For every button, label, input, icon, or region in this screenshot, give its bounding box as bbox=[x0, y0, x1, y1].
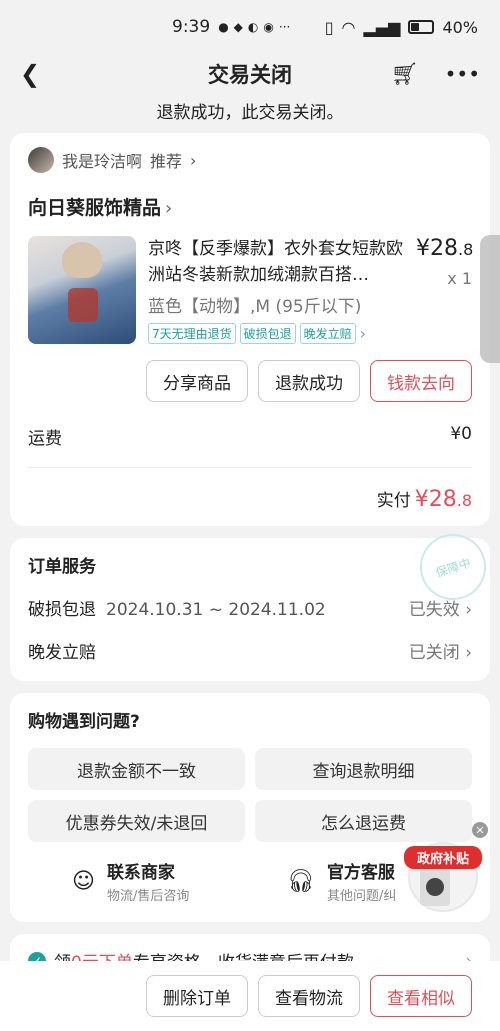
side-scroll-handle[interactable] bbox=[480, 235, 500, 363]
paid-amount: ¥28.8 bbox=[414, 487, 472, 512]
app-icon: ◆ bbox=[233, 20, 243, 34]
view-logistics-button[interactable]: 查看物流 bbox=[258, 975, 360, 1017]
battery-level: 40% bbox=[442, 17, 478, 37]
contact-sub: 物流/售后咨询 bbox=[106, 889, 190, 904]
product-thumbnail[interactable] bbox=[28, 236, 136, 344]
chat-icon: ☺ bbox=[72, 868, 95, 894]
app-icon: ◉ bbox=[263, 20, 274, 34]
subsidy-badge: 政府补贴 bbox=[404, 846, 482, 869]
vibrate-icon: ▯ bbox=[324, 17, 334, 37]
product-price: ¥28.8 bbox=[416, 236, 474, 261]
service-status: 已失效 bbox=[408, 600, 460, 620]
more-icon: ··· bbox=[278, 20, 291, 34]
paid-label: 实付 bbox=[376, 491, 411, 511]
cart-icon[interactable]: 🛒︎ bbox=[391, 62, 419, 87]
app-icon: ◐ bbox=[247, 20, 259, 34]
view-similar-button[interactable]: 查看相似 bbox=[370, 975, 472, 1017]
battery-icon bbox=[408, 20, 435, 34]
product-title: 京咚【反季爆款】衣外套女短款欧洲站冬装新款加绒潮款百搭… bbox=[148, 239, 403, 285]
chevron-right-icon: › bbox=[165, 198, 173, 219]
contact-seller-button[interactable]: ☺ 联系商家物流/售后咨询 bbox=[28, 858, 257, 904]
headset-icon: 🎧︎ bbox=[287, 868, 315, 894]
product-spec: 蓝色【动物】,M (95斤以下) bbox=[148, 297, 362, 317]
seller-name: 我是玲洁啊 bbox=[62, 152, 143, 171]
store-name-row[interactable]: 向日葵服饰精品 › bbox=[28, 193, 472, 220]
status-time: 9:39 bbox=[172, 17, 211, 37]
wifi-icon: ◠ bbox=[341, 17, 356, 37]
service-item-late-compensation[interactable]: 晚发立赔 已关闭 › bbox=[28, 638, 472, 663]
chevron-right-icon: › bbox=[465, 600, 472, 620]
chevron-right-icon: › bbox=[465, 643, 472, 663]
contact-sub: 其他问题/纠 bbox=[326, 889, 397, 904]
order-service-title: 订单服务 bbox=[28, 557, 96, 577]
washing-machine-icon bbox=[420, 866, 450, 906]
service-tags[interactable]: 7天无理由退货 破损包退 晚发立赔 › bbox=[148, 323, 404, 344]
shipping-fee-value: ¥0 bbox=[450, 424, 472, 444]
bottom-action-bar: 删除订单 查看物流 查看相似 bbox=[0, 961, 500, 1031]
product-item[interactable]: 京咚【反季爆款】衣外套女短款欧洲站冬装新款加绒潮款百搭… 蓝色【动物】,M (9… bbox=[28, 236, 474, 344]
paid-row: 实付 ¥28.8 bbox=[28, 486, 472, 512]
share-product-button[interactable]: 分享商品 bbox=[146, 360, 248, 402]
chevron-right-icon: › bbox=[359, 324, 367, 343]
service-name: 晚发立赔 bbox=[28, 643, 96, 663]
order-status-text: 退款成功，此交易关闭。 bbox=[156, 103, 344, 123]
shipping-refund-button[interactable]: 怎么退运费 bbox=[255, 800, 472, 842]
subsidy-floating-ad[interactable]: 政府补贴 ✕ bbox=[404, 822, 488, 914]
order-service-card: 订单服务 破损包退 2024.10.31 ~ 2024.11.02 已失效 › 晚… bbox=[10, 538, 490, 681]
refund-details-button[interactable]: 查询退款明细 bbox=[255, 748, 472, 790]
tag-damage-return: 破损包退 bbox=[239, 323, 296, 344]
app-icon: ● bbox=[218, 20, 229, 34]
problems-title: 购物遇到问题? bbox=[28, 712, 140, 732]
money-flow-button[interactable]: 钱款去向 bbox=[370, 360, 472, 402]
shipping-fee-label: 运费 bbox=[28, 429, 62, 449]
service-date: 2024.10.31 ~ 2024.11.02 bbox=[106, 600, 326, 620]
signal-icon: ▂▄▆ bbox=[363, 17, 401, 37]
avatar bbox=[28, 147, 54, 173]
service-name: 破损包退 bbox=[28, 600, 96, 620]
service-item-damage-return[interactable]: 破损包退 2024.10.31 ~ 2024.11.02 已失效 › bbox=[28, 595, 472, 620]
contact-title: 联系商家 bbox=[106, 863, 175, 883]
order-card: 我是玲洁啊 推荐 › 向日葵服饰精品 › 京咚【反季爆款】衣外套女短款欧洲站冬装新… bbox=[10, 133, 490, 526]
seller-row[interactable]: 我是玲洁啊 推荐 › bbox=[28, 147, 472, 173]
service-status: 已关闭 bbox=[408, 643, 460, 663]
refund-status-button[interactable]: 退款成功 bbox=[258, 360, 360, 402]
product-quantity: x 1 bbox=[447, 269, 472, 288]
more-menu-icon[interactable]: ••• bbox=[445, 62, 480, 86]
refund-amount-mismatch-button[interactable]: 退款金额不一致 bbox=[28, 748, 245, 790]
tag-late-compensation: 晚发立赔 bbox=[299, 323, 356, 344]
back-icon[interactable]: ❮ bbox=[20, 60, 40, 88]
shipping-fee-row: 运费 ¥0 bbox=[28, 424, 472, 468]
close-icon[interactable]: ✕ bbox=[472, 822, 488, 838]
notification-icons: ● ◆ ◐ ◉ ··· bbox=[218, 20, 290, 34]
contact-title: 官方客服 bbox=[326, 863, 395, 883]
status-bar: 9:39 ● ◆ ◐ ◉ ··· ▯ ◠ ▂▄▆ 40% bbox=[0, 0, 500, 54]
nav-bar: ❮ 交易关闭 🛒︎ ••• bbox=[0, 54, 500, 94]
recommend-link[interactable]: 推荐 bbox=[150, 148, 182, 172]
coupon-issue-button[interactable]: 优惠券失效/未退回 bbox=[28, 800, 245, 842]
system-icons: ▯ ◠ ▂▄▆ 40% bbox=[325, 18, 478, 37]
tag-7day-return: 7天无理由退货 bbox=[148, 323, 236, 344]
delete-order-button[interactable]: 删除订单 bbox=[146, 975, 248, 1017]
store-name: 向日葵服饰精品 bbox=[28, 197, 162, 219]
chevron-right-icon: › bbox=[190, 150, 197, 170]
